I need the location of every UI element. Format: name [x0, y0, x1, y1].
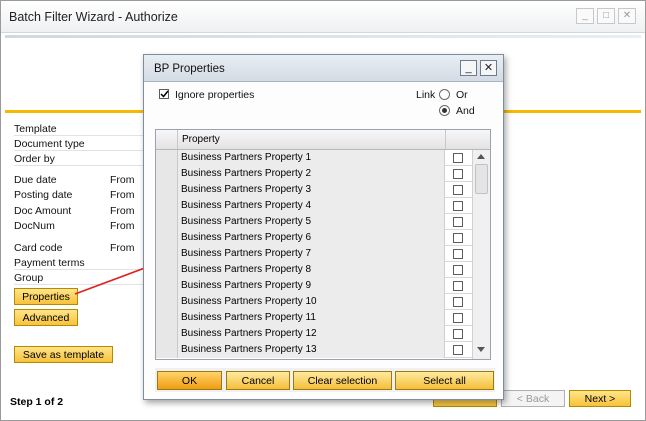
row-header [156, 278, 178, 294]
property-name: Business Partners Property 7 [181, 248, 312, 259]
table-row[interactable]: Business Partners Property 6 [156, 230, 490, 246]
property-name: Business Partners Property 12 [181, 328, 317, 339]
or-label: Or [456, 89, 468, 101]
scroll-down-icon[interactable] [477, 347, 485, 352]
and-label: And [456, 105, 475, 117]
properties-grid: Property Business Partners Property 1 Bu… [155, 129, 491, 360]
table-row[interactable]: Business Partners Property 8 [156, 262, 490, 278]
row-checkbox[interactable] [453, 297, 463, 307]
row-header [156, 246, 178, 262]
select-all-button[interactable]: Select all [395, 371, 494, 390]
row-header [156, 198, 178, 214]
ignore-properties-label: Ignore properties [175, 89, 255, 101]
row-checkbox[interactable] [453, 185, 463, 195]
row-checkbox[interactable] [453, 233, 463, 243]
header-corner [156, 130, 178, 149]
row-checkbox[interactable] [453, 265, 463, 275]
table-row[interactable]: Business Partners Property 11 [156, 310, 490, 326]
grid-header: Property [156, 130, 490, 150]
row-header [156, 150, 178, 166]
dialog-title: BP Properties [154, 63, 225, 75]
row-checkbox[interactable] [453, 201, 463, 211]
table-row[interactable]: Business Partners Property 4 [156, 198, 490, 214]
row-header [156, 230, 178, 246]
header-divider [445, 130, 446, 149]
row-checkbox[interactable] [453, 281, 463, 291]
column-header-property: Property [182, 134, 220, 145]
property-name: Business Partners Property 6 [181, 232, 312, 243]
property-name: Business Partners Property 3 [181, 184, 312, 195]
row-header [156, 326, 178, 342]
vertical-scrollbar[interactable] [472, 150, 490, 359]
property-name: Business Partners Property 13 [181, 344, 317, 355]
scroll-up-icon[interactable] [477, 154, 485, 159]
row-header [156, 262, 178, 278]
ok-button[interactable]: OK [157, 371, 222, 390]
row-checkbox[interactable] [453, 345, 463, 355]
row-header [156, 214, 178, 230]
table-row[interactable]: Business Partners Property 5 [156, 214, 490, 230]
row-header [156, 182, 178, 198]
property-name: Business Partners Property 11 [181, 312, 316, 323]
cancel-button[interactable]: Cancel [226, 371, 290, 390]
row-checkbox[interactable] [453, 153, 463, 163]
row-checkbox[interactable] [453, 313, 463, 323]
property-name: Business Partners Property 1 [181, 152, 312, 163]
scroll-thumb[interactable] [475, 164, 488, 194]
row-checkbox[interactable] [453, 249, 463, 259]
radio-dot [442, 108, 447, 113]
dialog-close-icon[interactable]: ✕ [480, 60, 497, 76]
table-row[interactable]: Business Partners Property 13 [156, 342, 490, 358]
row-checkbox[interactable] [453, 217, 463, 227]
table-row[interactable]: Business Partners Property 9 [156, 278, 490, 294]
ignore-properties-checkbox[interactable] [159, 89, 169, 99]
row-checkbox[interactable] [453, 169, 463, 179]
row-header [156, 342, 178, 358]
table-row[interactable]: Business Partners Property 3 [156, 182, 490, 198]
bp-properties-dialog: BP Properties _ ✕ Ignore properties Link… [143, 54, 504, 400]
row-checkbox[interactable] [453, 329, 463, 339]
property-name: Business Partners Property 10 [181, 296, 317, 307]
table-row[interactable]: Business Partners Property 1 [156, 150, 490, 166]
and-radio[interactable] [439, 105, 450, 116]
checkmark-icon [160, 90, 169, 98]
row-header [156, 166, 178, 182]
row-header [156, 294, 178, 310]
table-row[interactable]: Business Partners Property 10 [156, 294, 490, 310]
arrow-line [74, 265, 151, 295]
property-name: Business Partners Property 5 [181, 216, 312, 227]
property-name: Business Partners Property 9 [181, 280, 312, 291]
property-name: Business Partners Property 8 [181, 264, 312, 275]
property-name: Business Partners Property 4 [181, 200, 312, 211]
dialog-minimize-icon[interactable]: _ [460, 60, 477, 76]
row-header [156, 310, 178, 326]
table-row[interactable]: Business Partners Property 2 [156, 166, 490, 182]
clear-selection-button[interactable]: Clear selection [293, 371, 392, 390]
dialog-titlebar: BP Properties _ ✕ [144, 55, 503, 82]
property-name: Business Partners Property 2 [181, 168, 312, 179]
link-label: Link [416, 89, 436, 101]
table-row[interactable]: Business Partners Property 12 [156, 326, 490, 342]
or-radio[interactable] [439, 89, 450, 100]
table-row[interactable]: Business Partners Property 7 [156, 246, 490, 262]
